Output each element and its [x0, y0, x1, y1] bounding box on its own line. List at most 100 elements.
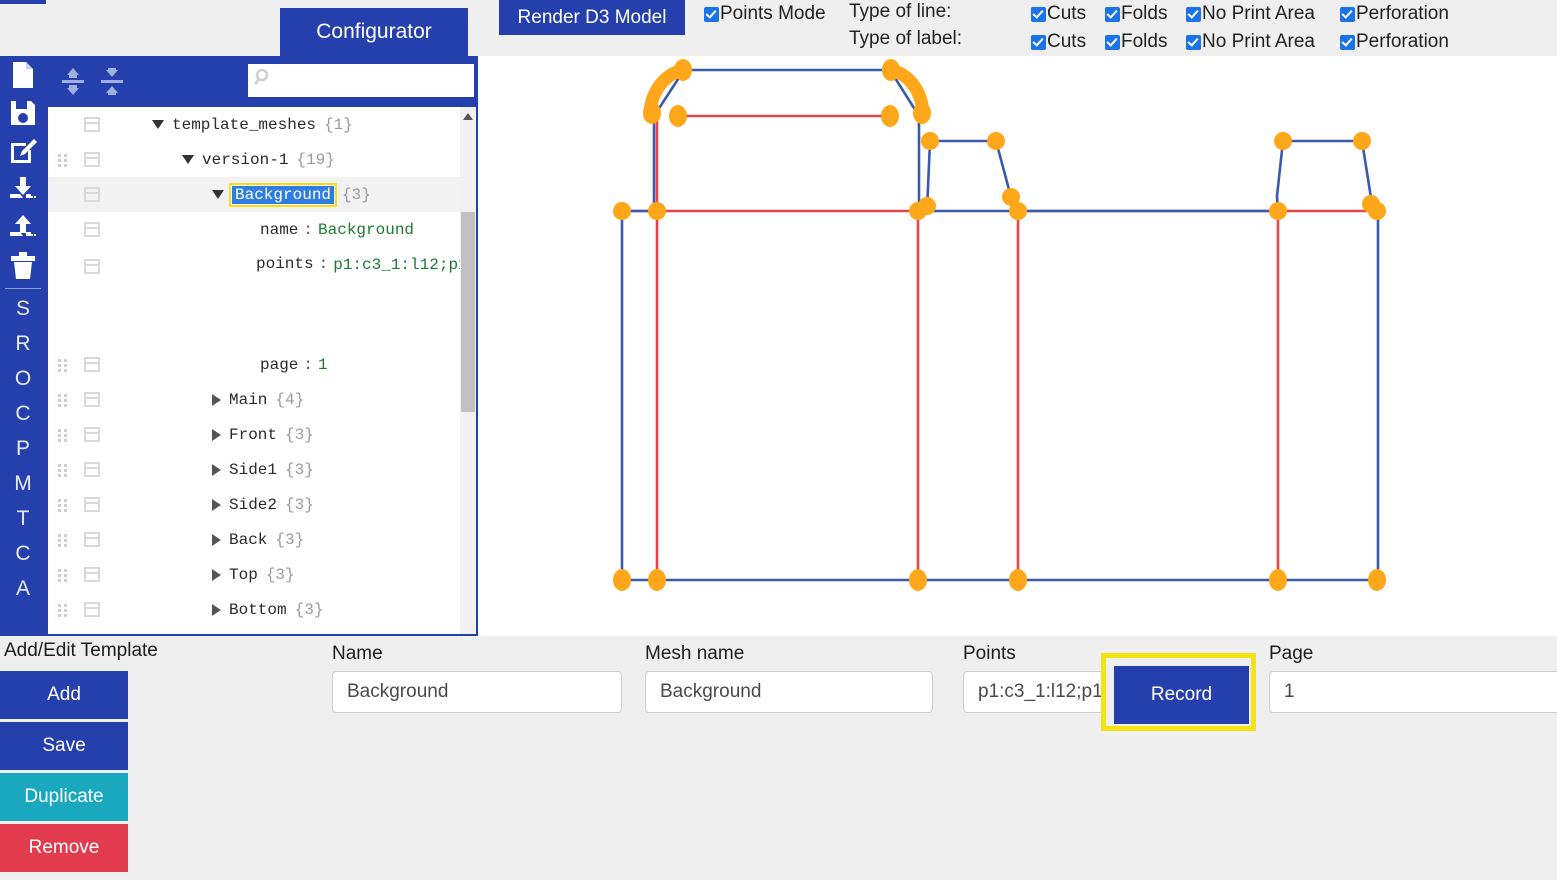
tree-row-side1[interactable]: Side1 {3} — [48, 452, 460, 487]
trash-icon[interactable] — [0, 246, 46, 284]
label-cuts-checkbox-row[interactable]: Cuts — [1031, 28, 1086, 56]
label-folds-label: Folds — [1121, 31, 1168, 52]
tree-label-main: Main — [229, 390, 268, 409]
line-no-print-area-checkbox-row[interactable]: No Print Area — [1186, 0, 1315, 28]
tree-row-background[interactable]: Background {3} — [48, 177, 460, 212]
scroll-up-icon[interactable] — [463, 113, 473, 120]
render-d3-model-button[interactable]: Render D3 Model — [499, 0, 685, 35]
caret-down-icon[interactable] — [152, 120, 164, 129]
tree-row-template-meshes[interactable]: template_meshes {1} — [48, 107, 460, 142]
drag-handle[interactable] — [58, 359, 70, 372]
anchor-points[interactable] — [613, 59, 1386, 591]
caret-right-icon[interactable] — [212, 603, 221, 616]
drag-handle[interactable] — [58, 604, 70, 617]
label-folds-checkbox[interactable] — [1105, 34, 1120, 50]
drag-handle[interactable] — [58, 154, 70, 167]
expand-all-icon[interactable] — [58, 66, 88, 101]
configurator-button[interactable]: Configurator — [280, 8, 468, 56]
fold-lines — [620, 114, 1372, 582]
dieline-canvas[interactable] — [478, 56, 1557, 636]
tree-row-side2[interactable]: Side2 {3} — [48, 487, 460, 522]
remove-button[interactable]: Remove — [0, 824, 128, 872]
tree-row-hanger[interactable]: Hanger {3} — [48, 627, 460, 634]
line-perforation-checkbox-row[interactable]: Perforation — [1340, 0, 1449, 28]
points-mode-checkbox[interactable] — [704, 6, 719, 22]
drag-handle[interactable] — [58, 534, 70, 547]
rail-item-m[interactable]: M — [0, 466, 46, 501]
tree-count-background: {3} — [342, 185, 371, 204]
points-mode-checkbox-row[interactable]: Points Mode — [704, 0, 826, 28]
drag-handle[interactable] — [58, 569, 70, 582]
dieline-svg[interactable] — [478, 56, 1557, 636]
tree-row-back[interactable]: Back {3} — [48, 522, 460, 557]
line-folds-checkbox[interactable] — [1105, 6, 1120, 22]
rail-item-c[interactable]: C — [0, 396, 46, 431]
rail-item-s[interactable]: S — [0, 291, 46, 326]
rail-item-a[interactable]: A — [0, 571, 46, 606]
record-button[interactable]: Record — [1114, 666, 1249, 724]
tree-search-box[interactable] — [248, 64, 520, 97]
save-button[interactable]: Save — [0, 722, 128, 770]
save-icon[interactable] — [0, 94, 46, 132]
mesh-name-field[interactable]: Background — [645, 671, 933, 713]
tree-row-version-1[interactable]: version-1 {19} — [48, 142, 460, 177]
scrollbar-thumb[interactable] — [461, 212, 475, 412]
rail-item-t[interactable]: T — [0, 501, 46, 536]
upload-icon[interactable] — [0, 208, 46, 246]
new-file-icon[interactable] — [0, 56, 46, 94]
tree-label-background[interactable]: Background — [228, 182, 338, 207]
drag-handle[interactable] — [58, 429, 70, 442]
drag-handle[interactable] — [58, 464, 70, 477]
collapse-all-icon[interactable] — [97, 66, 127, 101]
tree-row-bottom[interactable]: Bottom {3} — [48, 592, 460, 627]
caret-right-icon[interactable] — [212, 463, 221, 476]
tree-count-main: {4} — [275, 390, 305, 409]
rail-item-o[interactable]: O — [0, 361, 46, 396]
page-field[interactable]: 1 — [1269, 671, 1557, 713]
line-folds-checkbox-row[interactable]: Folds — [1105, 0, 1167, 28]
caret-right-icon[interactable] — [212, 428, 221, 441]
node-icon — [84, 532, 100, 547]
caret-down-icon[interactable] — [212, 190, 224, 199]
mesh-tree-panel: template_meshes {1} version-1 {19} Backg… — [46, 107, 478, 636]
line-perforation-checkbox[interactable] — [1340, 6, 1355, 22]
label-no-print-area-checkbox[interactable] — [1186, 34, 1201, 50]
tree-vertical-scrollbar[interactable] — [460, 107, 476, 634]
rail-item-r[interactable]: R — [0, 326, 46, 361]
tree-row-prop-name[interactable]: name : Background — [48, 212, 460, 247]
label-folds-checkbox-row[interactable]: Folds — [1105, 28, 1167, 56]
duplicate-button[interactable]: Duplicate — [0, 773, 128, 821]
line-cuts-checkbox-row[interactable]: Cuts — [1031, 0, 1086, 28]
edit-icon[interactable] — [0, 132, 46, 170]
tree-row-prop-page[interactable]: page : 1 — [48, 347, 460, 382]
label-perforation-label: Perforation — [1356, 31, 1449, 52]
label-perforation-checkbox[interactable] — [1340, 34, 1355, 50]
type-of-line-label: Type of line: — [849, 1, 952, 22]
line-no-print-area-checkbox[interactable] — [1186, 6, 1201, 22]
tree-label-version-1: version-1 — [202, 150, 289, 169]
line-cuts-checkbox[interactable] — [1031, 6, 1046, 22]
tree-row-top[interactable]: Top {3} — [48, 557, 460, 592]
name-field[interactable]: Background — [332, 671, 622, 713]
label-no-print-area-checkbox-row[interactable]: No Print Area — [1186, 28, 1315, 56]
caret-right-icon[interactable] — [212, 393, 221, 406]
tree-search-input[interactable] — [278, 66, 481, 95]
caret-down-icon[interactable] — [182, 155, 194, 164]
rail-item-p[interactable]: P — [0, 431, 46, 466]
tree-row-main[interactable]: Main {4} — [48, 382, 460, 417]
caret-right-icon[interactable] — [212, 533, 221, 546]
rail-item-c2[interactable]: C — [0, 536, 46, 571]
label-cuts-checkbox[interactable] — [1031, 34, 1046, 50]
prop-value-name: Background — [318, 220, 415, 239]
label-perforation-checkbox-row[interactable]: Perforation — [1340, 28, 1449, 56]
tree-row-prop-points[interactable]: points : p1:c3_1:l12;p1:c2_1:l11;p1:c5:l… — [48, 247, 460, 347]
tree-row-front[interactable]: Front {3} — [48, 417, 460, 452]
download-icon[interactable] — [0, 170, 46, 208]
type-of-label-label: Type of label: — [849, 28, 963, 49]
caret-right-icon[interactable] — [212, 498, 221, 511]
caret-right-icon[interactable] — [212, 568, 221, 581]
drag-handle[interactable] — [58, 394, 70, 407]
node-icon — [84, 602, 100, 617]
add-button[interactable]: Add — [0, 671, 128, 719]
drag-handle[interactable] — [58, 499, 70, 512]
